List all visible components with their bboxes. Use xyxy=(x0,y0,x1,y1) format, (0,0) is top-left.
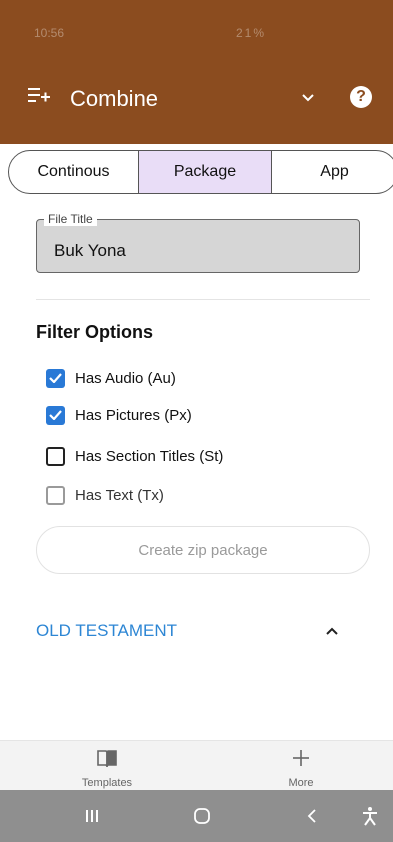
nav-more[interactable]: More xyxy=(241,741,361,791)
bottom-nav: Templates More xyxy=(0,740,393,790)
option-has-audio[interactable]: Has Audio (Au) xyxy=(46,366,176,390)
option-label: Has Audio (Au) xyxy=(75,369,176,387)
status-icons: 21% xyxy=(236,26,266,40)
checkbox-checked-icon[interactable] xyxy=(46,368,65,388)
chevron-down-icon[interactable] xyxy=(300,92,316,104)
accessibility-icon[interactable] xyxy=(352,790,388,842)
option-has-section-titles[interactable]: Has Section Titles (St) xyxy=(46,444,223,468)
app-header: Combine ? xyxy=(0,50,393,144)
status-time: 10:56 xyxy=(34,26,65,40)
status-battery: 21% xyxy=(236,26,267,40)
option-label: Has Section Titles (St) xyxy=(75,447,224,465)
status-bar: 10:56 21% xyxy=(0,0,393,50)
create-zip-button[interactable]: Create zip package xyxy=(36,526,370,574)
checkbox-unchecked-icon[interactable] xyxy=(46,446,65,466)
plus-icon xyxy=(293,750,309,766)
nav-templates[interactable]: Templates xyxy=(47,741,167,791)
file-title-value[interactable]: Buk Yona xyxy=(54,241,126,261)
tab-continous[interactable]: Continous xyxy=(9,151,139,193)
option-has-pictures[interactable]: Has Pictures (Px) xyxy=(46,403,192,427)
help-icon: ? xyxy=(356,88,366,105)
home-icon[interactable] xyxy=(182,790,222,842)
tab-label: App xyxy=(320,163,349,180)
recents-icon[interactable] xyxy=(72,790,112,842)
tab-app[interactable]: App xyxy=(272,151,393,193)
old-testament-header[interactable]: OLD TESTAMENT xyxy=(36,621,177,641)
option-label: Has Text (Tx) xyxy=(75,486,164,504)
book-icon xyxy=(97,750,117,767)
option-label: Has Pictures (Px) xyxy=(75,406,192,424)
nav-label: More xyxy=(288,777,314,789)
tab-label: Package xyxy=(173,163,237,180)
tab-package[interactable]: Package xyxy=(139,151,272,193)
create-zip-label: Create zip package xyxy=(138,541,268,559)
checkbox-unchecked-icon[interactable] xyxy=(46,485,65,505)
divider xyxy=(36,299,370,300)
system-nav-bar xyxy=(0,790,393,842)
help-button[interactable]: ? xyxy=(350,86,372,108)
option-has-text[interactable]: Has Text (Tx) xyxy=(46,483,164,507)
page-title: Combine xyxy=(70,86,159,111)
file-title-label: File Title xyxy=(44,212,97,226)
chevron-up-icon[interactable] xyxy=(325,626,339,636)
menu-add-icon[interactable] xyxy=(28,86,50,104)
checkbox-checked-icon[interactable] xyxy=(46,405,65,425)
app-screen: 10:56 21% Combine ? Continous Package Ap… xyxy=(0,0,393,842)
back-icon[interactable] xyxy=(292,790,332,842)
tab-label: Continous xyxy=(37,163,110,180)
mode-tabs: Continous Package App xyxy=(8,150,393,194)
filter-options-title: Filter Options xyxy=(36,322,153,342)
nav-label: Templates xyxy=(81,777,133,789)
